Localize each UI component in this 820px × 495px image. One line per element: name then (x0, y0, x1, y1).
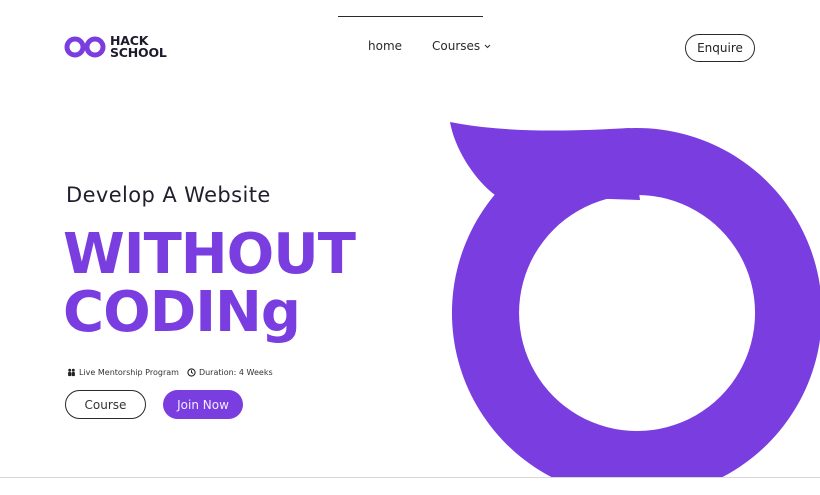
hero-headline-line2: CODINg (63, 280, 301, 345)
clock-icon (187, 368, 196, 377)
nav-home-link[interactable]: home (368, 39, 402, 53)
top-divider (338, 16, 483, 17)
hero-subtitle: Develop A Website (66, 183, 271, 207)
enquire-button[interactable]: Enquire (685, 34, 755, 62)
course-meta: Live Mentorship Program Duration: 4 Week… (67, 368, 273, 377)
course-button[interactable]: Course (65, 390, 146, 419)
meta-program-label: Live Mentorship Program (79, 368, 179, 377)
join-now-button[interactable]: Join Now (163, 390, 243, 419)
bottom-divider (0, 477, 820, 478)
chevron-down-icon (484, 44, 491, 48)
people-icon (68, 368, 75, 377)
main-nav: home Courses (368, 39, 491, 53)
hero-headline: WITHOUT CODINg (63, 222, 356, 345)
hero-headline-line1: WITHOUT (63, 222, 356, 287)
nav-courses-link[interactable]: Courses (432, 39, 491, 53)
logo-text-line2: SCHOOL (110, 45, 167, 60)
logo-text: HACK SCHOOL (110, 34, 167, 60)
meta-duration-label: Duration: 4 Weeks (198, 368, 273, 377)
nav-courses-label: Courses (432, 39, 481, 53)
meta-duration: Duration: 4 Weeks (187, 368, 273, 377)
logo-mark-icon (64, 36, 106, 58)
logo[interactable]: HACK SCHOOL (64, 34, 167, 60)
meta-program: Live Mentorship Program (67, 368, 179, 377)
